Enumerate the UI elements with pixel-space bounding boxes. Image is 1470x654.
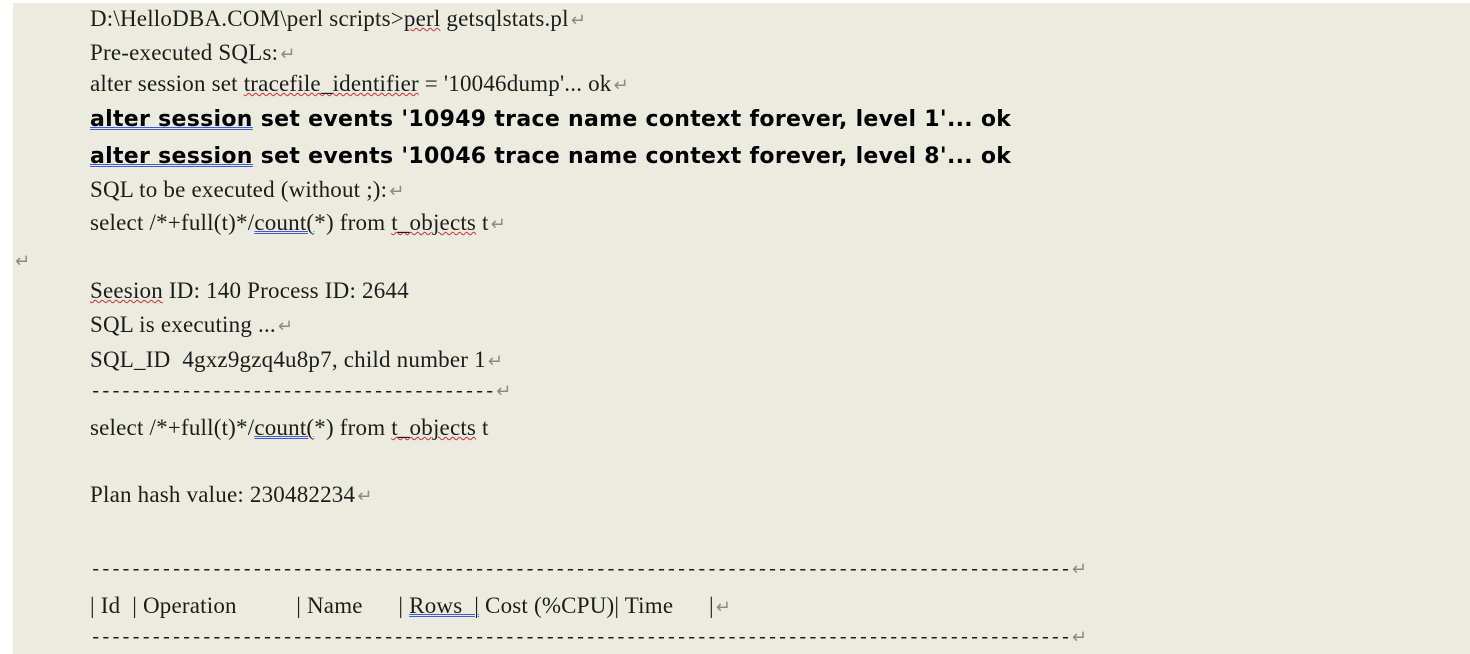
paragraph-mark-icon: ↵ — [357, 486, 373, 507]
grammar-flagged-phrase: count( — [254, 415, 315, 440]
line-text: ID: 140 Process ID: 2644 — [162, 278, 409, 303]
dashed-rule: ----------------------------------------… — [90, 627, 1071, 649]
command-suffix: getsqlstats.pl — [440, 6, 569, 31]
paragraph-mark-icon: ↵ — [715, 597, 732, 618]
dashed-rule: ---------------------------------------- — [90, 381, 495, 403]
sql-statement-line: select /*+full(t)*/count(*) from t_objec… — [90, 209, 506, 239]
line-text: t — [476, 415, 489, 440]
command-line: D:\HelloDBA.COM\perl scripts>perl getsql… — [90, 5, 586, 35]
spell-flagged-word: perl — [403, 6, 441, 31]
line-text: set events '10046 trace name context for… — [252, 144, 1012, 169]
paragraph-mark-icon: ↵ — [490, 214, 506, 235]
line-text: select /*+full(t)*/ — [90, 415, 255, 440]
line-text: alter session set — [90, 71, 244, 96]
paragraph-mark-icon: ↵ — [613, 75, 629, 96]
command-prefix: D:\HelloDBA.COM\perl scripts> — [90, 6, 404, 31]
spell-flagged-word: t_objects — [391, 415, 477, 440]
tracefile-identifier-line: alter session set tracefile_identifier =… — [90, 70, 629, 100]
line-text: Pre-executed SQLs: — [90, 40, 279, 65]
empty-paragraph: ↵ — [13, 246, 30, 276]
paragraph-mark-icon: ↵ — [496, 381, 511, 402]
spell-flagged-word: Seesion — [90, 278, 163, 303]
line-text: t — [476, 210, 489, 235]
plan-table-header: | Id | Operation | Name | Rows | Cost (%… — [90, 592, 731, 622]
line-text: *) from — [314, 415, 392, 440]
line-text: SQL_ID 4gxz9gzq4u8p7, child number 1 — [90, 347, 486, 372]
line-text: SQL to be executed (without ;): — [90, 177, 388, 202]
sql-statement-line: select /*+full(t)*/count(*) from t_objec… — [90, 414, 489, 442]
paragraph-mark-icon: ↵ — [15, 251, 31, 272]
paragraph-mark-icon: ↵ — [389, 181, 405, 202]
line-text: select /*+full(t)*/ — [90, 210, 255, 235]
separator-line: ----------------------------------------… — [90, 378, 511, 406]
paragraph-mark-icon: ↵ — [277, 316, 294, 337]
event-10949-line: alter session set events '10949 trace na… — [90, 106, 1011, 134]
grammar-flagged-phrase: Rows | — [409, 593, 480, 618]
paragraph-mark-icon: ↵ — [280, 44, 296, 65]
line-text: set events '10949 trace name context for… — [252, 107, 1012, 132]
event-10046-line: alter session set events '10046 trace na… — [90, 143, 1011, 171]
paragraph-mark-icon: ↵ — [487, 351, 504, 372]
table-header-rule: ----------------------------------------… — [90, 624, 1087, 652]
executing-status-line: SQL is executing ... ↵ — [90, 311, 293, 341]
spell-flagged-word: t_objects — [391, 210, 477, 235]
line-text: SQL is executing ... — [90, 312, 276, 337]
sql-to-execute-heading: SQL to be executed (without ;): ↵ — [90, 176, 405, 206]
line-text: *) from — [314, 210, 392, 235]
sql-id-line: SQL_ID 4gxz9gzq4u8p7, child number 1 ↵ — [90, 346, 503, 376]
paragraph-mark-icon: ↵ — [1071, 559, 1087, 580]
table-top-rule: ----------------------------------------… — [90, 556, 1087, 584]
table-header-text: | Id | Operation | Name | — [90, 593, 410, 618]
dashed-rule: ----------------------------------------… — [90, 559, 1071, 581]
paragraph-mark-icon: ↵ — [1071, 627, 1087, 648]
line-text: Plan hash value: 230482234 — [90, 482, 356, 507]
pre-executed-heading: Pre-executed SQLs: ↵ — [90, 39, 295, 69]
table-header-text: Cost (%CPU)| Time | — [479, 593, 714, 618]
spell-flagged-word: tracefile_identifier — [243, 71, 419, 96]
grammar-flagged-phrase: count( — [254, 210, 315, 235]
paragraph-mark-icon: ↵ — [570, 10, 587, 31]
plan-hash-line: Plan hash value: 230482234 ↵ — [90, 481, 373, 511]
line-text: = '10046dump'... ok — [418, 71, 612, 96]
session-info-line: Seesion ID: 140 Process ID: 2644 — [90, 277, 409, 305]
grammar-flagged-phrase: alter session — [90, 144, 253, 169]
grammar-flagged-phrase: alter session — [90, 107, 253, 132]
